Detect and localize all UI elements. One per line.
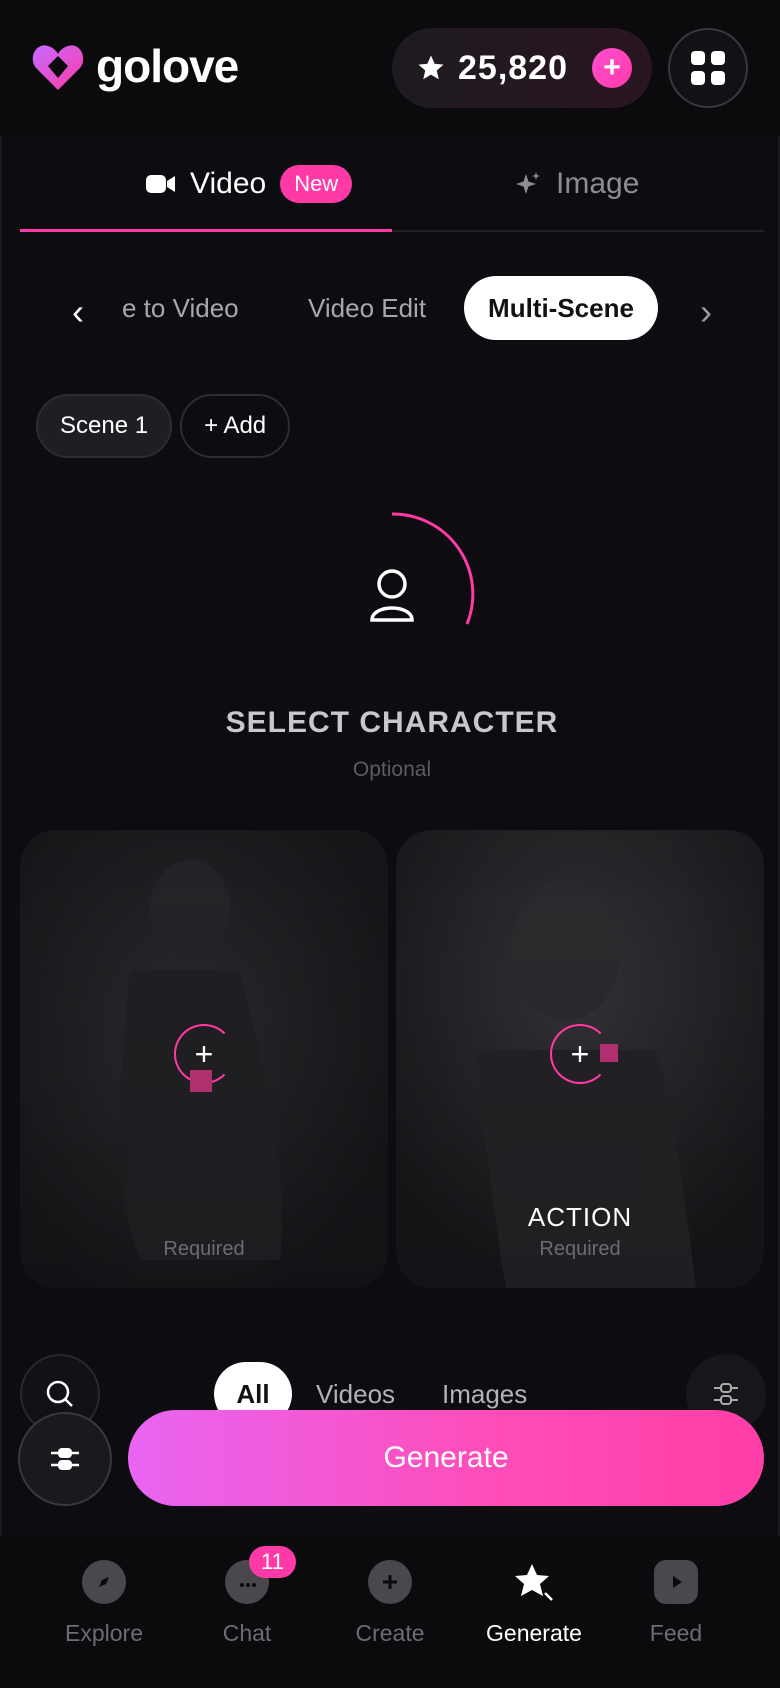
- bottom-navigation: Explore 11 Chat Create Generate Feed: [0, 1536, 780, 1688]
- generate-panel: Video New Image ‹ e to Video Video Edit …: [0, 136, 780, 1656]
- sliders-icon: [51, 1448, 79, 1470]
- action-label: ACTION: [527, 1202, 633, 1232]
- credits-balance[interactable]: 25,820 +: [392, 28, 652, 108]
- app-header: golove 25,820 +: [0, 0, 780, 136]
- tab-video-label: Video: [190, 167, 267, 200]
- nav-generate-label: Generate: [486, 1620, 582, 1646]
- app-name: golove: [96, 40, 239, 92]
- censor-mark: [600, 1044, 618, 1062]
- compass-icon: [82, 1560, 126, 1604]
- video-subtabs: ‹ e to Video Video Edit Multi-Scene ›: [2, 276, 780, 348]
- app-logo[interactable]: golove: [30, 38, 239, 94]
- tab-image[interactable]: Image: [514, 136, 639, 232]
- nav-feed[interactable]: Feed: [606, 1560, 746, 1647]
- nav-generate[interactable]: Generate: [464, 1560, 604, 1647]
- nav-create[interactable]: Create: [320, 1560, 460, 1647]
- nav-create-label: Create: [355, 1620, 425, 1646]
- generation-settings-button[interactable]: [18, 1412, 112, 1506]
- star-sparkle-icon: [512, 1560, 556, 1604]
- nav-chat-label: Chat: [222, 1620, 272, 1646]
- play-icon: [654, 1560, 698, 1604]
- add-scene-button[interactable]: + Add: [180, 394, 291, 458]
- chevron-right-icon[interactable]: ›: [686, 291, 726, 332]
- nav-explore-label: Explore: [65, 1620, 143, 1646]
- subtab-image-to-video[interactable]: e to Video: [122, 276, 239, 340]
- heart-logo-icon: [32, 45, 84, 90]
- select-character-subtitle: Optional: [352, 758, 432, 781]
- action-required-text: Required: [539, 1238, 621, 1260]
- credits-amount: 25,820: [458, 48, 568, 87]
- active-tab-underline: [20, 229, 392, 232]
- pose-card[interactable]: + Required: [20, 830, 388, 1288]
- grid-icon: [691, 51, 725, 85]
- add-credits-button[interactable]: +: [592, 48, 632, 88]
- generate-button[interactable]: Generate: [128, 1410, 764, 1506]
- subtab-video-edit[interactable]: Video Edit: [308, 276, 426, 340]
- select-character-title: SELECT CHARACTER: [225, 706, 559, 739]
- nav-explore[interactable]: Explore: [34, 1560, 174, 1647]
- pose-required-text: Required: [163, 1238, 245, 1260]
- nav-chat[interactable]: 11 Chat: [177, 1546, 317, 1647]
- sparkle-icon: [516, 172, 540, 194]
- video-camera-icon: [146, 175, 175, 193]
- sliders-icon: [714, 1383, 738, 1405]
- nav-feed-label: Feed: [649, 1620, 703, 1646]
- censor-mark: [190, 1070, 212, 1092]
- new-badge: New: [280, 165, 353, 203]
- star-icon: [418, 55, 444, 80]
- generate-screen: golove 25,820 + Video New Image ‹ e to V…: [0, 0, 780, 1688]
- mode-tabs: Video New Image: [20, 136, 764, 232]
- scene-selector: Scene 1 + Add: [36, 394, 291, 460]
- search-icon: [46, 1380, 73, 1407]
- scene-1-pill[interactable]: Scene 1: [36, 394, 173, 458]
- plus-circle-icon: [368, 1560, 412, 1604]
- tab-image-label: Image: [556, 167, 640, 200]
- tab-video[interactable]: Video New: [146, 136, 353, 232]
- chevron-left-icon[interactable]: ‹: [58, 291, 98, 332]
- apps-menu-button[interactable]: [668, 28, 748, 108]
- select-character-button[interactable]: [292, 494, 492, 694]
- action-card[interactable]: + ACTION Required: [396, 830, 764, 1288]
- chat-unread-badge: 11: [249, 1546, 296, 1578]
- subtab-multi-scene[interactable]: Multi-Scene: [464, 276, 658, 340]
- user-icon: [370, 569, 414, 622]
